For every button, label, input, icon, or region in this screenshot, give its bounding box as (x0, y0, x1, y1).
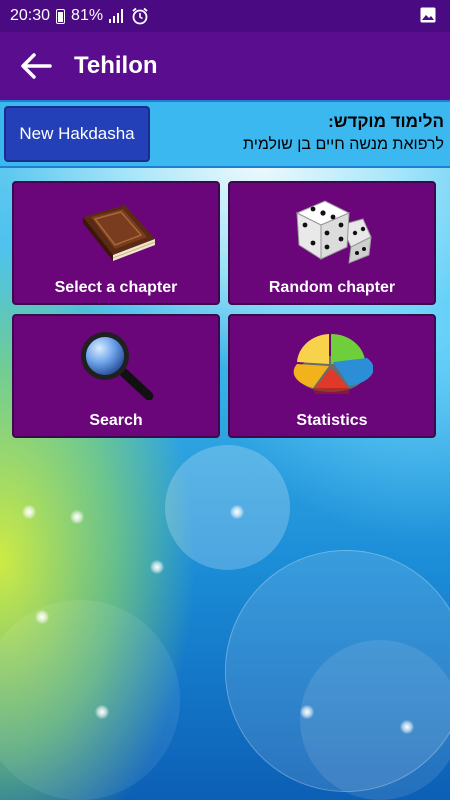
battery-icon (56, 8, 66, 24)
bokeh-circle (0, 600, 180, 800)
search-tile[interactable]: Search (12, 314, 220, 438)
bokeh-circle (165, 445, 290, 570)
status-bar: 20:30 81% (0, 0, 450, 32)
sparkle (22, 505, 36, 519)
tile-label: Select a chapter (54, 279, 178, 296)
tile-label: Statistics (296, 412, 368, 429)
new-hakdasha-button[interactable]: New Hakdasha (4, 106, 150, 162)
tile-label: Random chapter (268, 279, 396, 296)
app-title: Tehilon (74, 52, 158, 79)
sparkle (400, 720, 414, 734)
dedication-text: לרפואת מנשה חיים בן שולמית (242, 136, 444, 153)
status-time: 20:30 (10, 7, 51, 24)
dedication-title: הלימוד מוקדש: (328, 112, 444, 131)
tile-label: Search (89, 412, 143, 429)
sparkle (35, 610, 49, 624)
magnifier-icon (75, 328, 157, 401)
battery-percent: 81% (71, 7, 104, 24)
pie-chart-icon (291, 328, 374, 400)
signal-icon (109, 9, 125, 23)
bokeh-circle (300, 640, 450, 800)
sparkle (150, 560, 164, 574)
dedication-text-block: הלימוד מוקדש: לרפואת מנשה חיים בן שולמית (243, 112, 444, 154)
sparkle (230, 505, 244, 519)
dedication-banner: New Hakdasha הלימוד מוקדש: לרפואת מנשה ח… (0, 100, 450, 168)
sparkle (70, 510, 84, 524)
sparkle (300, 705, 314, 719)
sparkle (95, 705, 109, 719)
alarm-icon (131, 7, 149, 25)
dice-icon (291, 195, 373, 267)
arrow-left-icon[interactable] (16, 46, 56, 86)
statistics-tile[interactable]: Statistics (228, 314, 436, 438)
random-chapter-tile[interactable]: Random chapter (228, 181, 436, 305)
select-chapter-tile[interactable]: Select a chapter (12, 181, 220, 305)
book-icon (75, 195, 157, 267)
gallery-icon (420, 7, 436, 23)
app-bar: Tehilon (0, 32, 450, 100)
